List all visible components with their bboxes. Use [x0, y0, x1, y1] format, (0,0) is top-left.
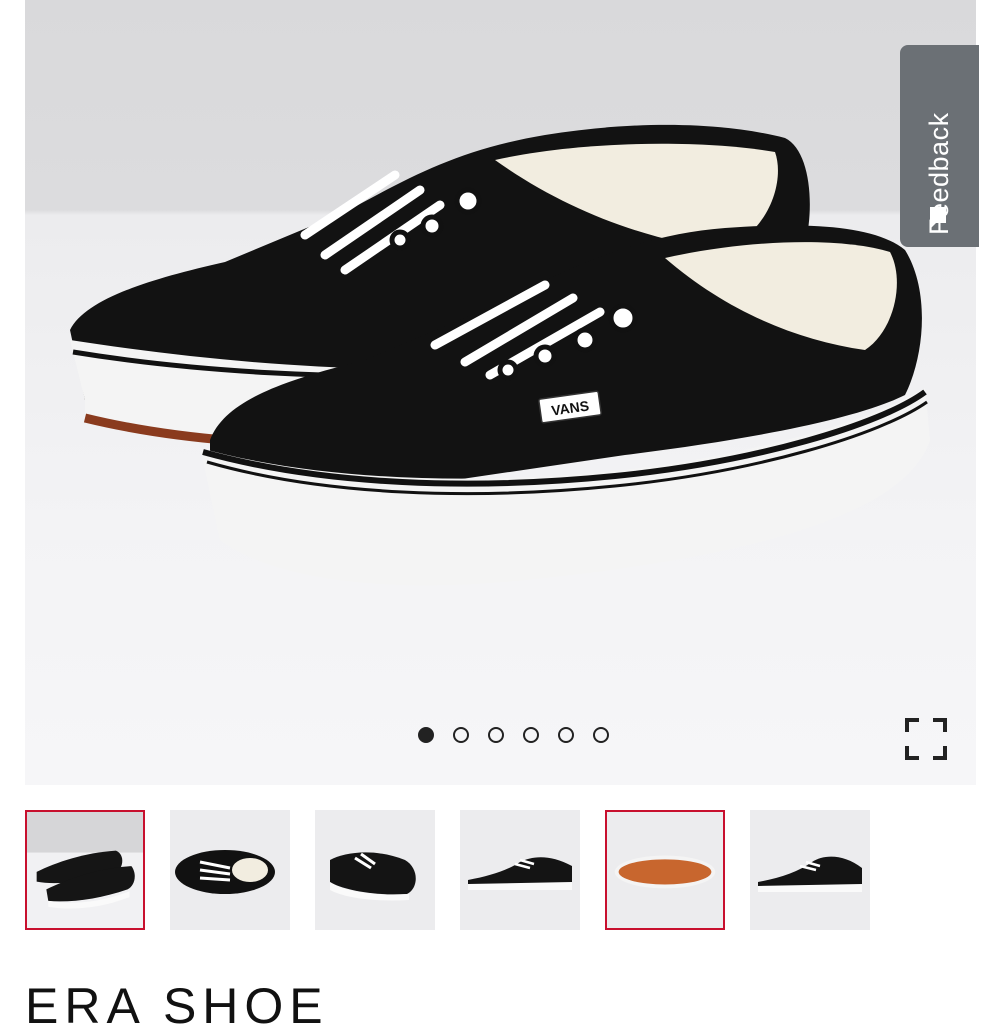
fullscreen-button[interactable] [905, 718, 947, 760]
fullscreen-icon [905, 718, 947, 760]
thumbnail-5[interactable] [605, 810, 725, 930]
shoe-outsole-thumb-icon [614, 855, 716, 889]
product-hero-image[interactable]: VANS [25, 0, 976, 785]
carousel-dot-4[interactable] [523, 727, 539, 743]
thumbnail-6[interactable] [750, 810, 870, 930]
carousel-dot-2[interactable] [453, 727, 469, 743]
carousel-dots [418, 727, 609, 749]
shoe-side-alt-thumb-icon [758, 856, 862, 892]
carousel-dot-6[interactable] [593, 727, 609, 743]
carousel-dot-5[interactable] [558, 727, 574, 743]
thumbnail-4[interactable] [460, 810, 580, 930]
shoe-toe-thumb-icon [330, 852, 416, 901]
carousel-dot-1[interactable] [418, 727, 434, 743]
feedback-tab[interactable]: Feedback [900, 45, 979, 247]
thumbnail-1[interactable] [25, 810, 145, 930]
thumbnail-strip [25, 810, 870, 930]
chat-bubble-icon [930, 207, 946, 229]
shoe-pair-thumb-icon [27, 812, 143, 928]
shoe-side-thumb-icon [468, 857, 572, 890]
thumbnail-2[interactable] [170, 810, 290, 930]
product-title: ERA SHOE [25, 978, 329, 1034]
shoe-pair-illustration: VANS [70, 124, 930, 586]
thumbnail-3[interactable] [315, 810, 435, 930]
carousel-dot-3[interactable] [488, 727, 504, 743]
shoe-top-thumb-icon [175, 850, 275, 894]
